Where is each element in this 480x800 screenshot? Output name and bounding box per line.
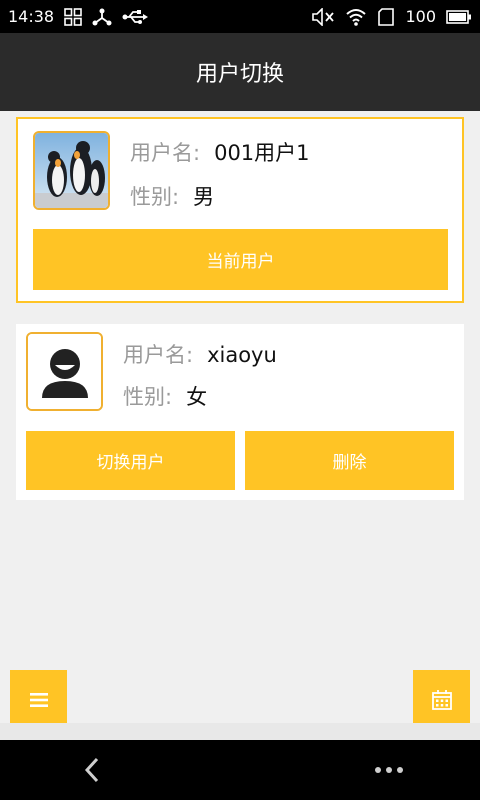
avatar — [26, 332, 103, 411]
calendar-icon — [431, 690, 452, 710]
back-button[interactable] — [70, 750, 114, 790]
more-icon — [375, 767, 403, 773]
current-user-button[interactable]: 当前用户 — [33, 229, 448, 290]
mute-icon — [311, 7, 335, 26]
delete-user-button[interactable]: 删除 — [245, 431, 454, 490]
username-row: 用户名: 001用户1 — [130, 137, 310, 167]
status-time: 14:38 — [8, 7, 55, 26]
avatar — [33, 131, 110, 210]
gender-label: 性别: — [130, 185, 180, 209]
username-value: xiaoyu — [207, 343, 277, 367]
user-card-xiaoyu: 用户名: xiaoyu 性别: 女 切换用户 删除 — [16, 324, 464, 500]
wifi-icon — [345, 8, 367, 26]
gender-row: 性别: 女 — [123, 381, 207, 411]
user-card-current: 用户名: 001用户1 性别: 男 当前用户 — [16, 117, 464, 303]
calendar-button[interactable] — [413, 670, 470, 730]
gender-value: 男 — [193, 185, 215, 209]
status-bar: 14:38 100 — [0, 0, 480, 33]
username-label: 用户名: — [123, 343, 194, 367]
more-button[interactable] — [366, 750, 412, 790]
page-title: 用户切换 — [195, 62, 284, 87]
battery-level: 100 — [405, 7, 436, 26]
username-row: 用户名: xiaoyu — [123, 339, 277, 369]
menu-icon — [29, 693, 48, 707]
username-label: 用户名: — [130, 141, 201, 165]
usb-icon — [122, 9, 149, 25]
switch-user-button[interactable]: 切换用户 — [26, 431, 235, 490]
penguins-photo — [35, 133, 108, 208]
navigation-bar — [0, 740, 480, 800]
share-nodes-icon — [92, 8, 112, 26]
menu-button[interactable] — [10, 670, 67, 730]
app-header: 用户切换 — [0, 33, 480, 111]
username-value: 001用户1 — [214, 141, 310, 165]
gender-row: 性别: 男 — [130, 181, 214, 211]
gender-label: 性别: — [123, 385, 173, 409]
user-list: 用户名: 001用户1 性别: 男 当前用户 用户名: xiaoyu 性别: 女… — [0, 111, 480, 740]
grid-icon — [64, 7, 82, 26]
bottom-strip — [0, 723, 480, 740]
battery-icon — [446, 9, 472, 25]
default-avatar-icon — [28, 334, 101, 409]
back-icon — [84, 757, 99, 783]
sim-card-icon — [377, 7, 395, 26]
gender-value: 女 — [186, 385, 208, 409]
